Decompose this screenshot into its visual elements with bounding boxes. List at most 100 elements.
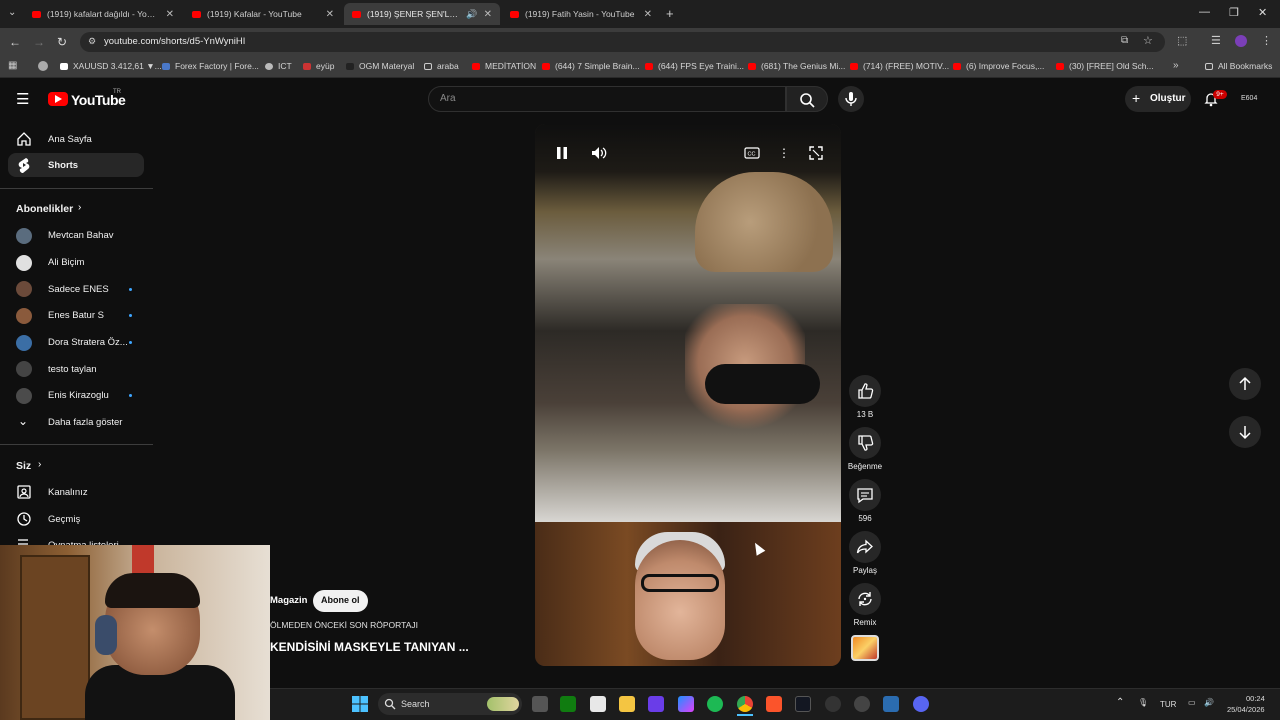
subscriptions-header[interactable]: Abonelikler (16, 203, 73, 215)
clock-date[interactable]: 25/04/2026 (1227, 705, 1265, 714)
close-window-icon[interactable]: ✕ (1258, 6, 1267, 19)
bookmark-item[interactable]: (714) (FREE) MOTIV... (850, 61, 949, 71)
restore-icon[interactable]: ❐ (1229, 6, 1239, 19)
tradingview-icon[interactable] (795, 696, 811, 712)
brave-icon[interactable] (766, 696, 782, 712)
bookmark-item[interactable]: OGM Materyal (346, 61, 414, 71)
search-button[interactable] (786, 86, 828, 112)
apps-grid-icon[interactable]: ▦ (8, 60, 17, 71)
forward-icon[interactable]: → (33, 35, 45, 49)
next-short-button[interactable] (1229, 416, 1261, 448)
app-icon[interactable] (854, 696, 870, 712)
subscription-item[interactable]: Enis Kirazoglu (48, 390, 109, 401)
you-header[interactable]: Siz (16, 460, 31, 472)
chatgpt-icon[interactable] (825, 696, 841, 712)
show-more-button[interactable]: Daha fazla göster (48, 417, 122, 428)
profile-avatar[interactable] (1235, 35, 1247, 47)
subscription-item[interactable]: Sadece ENES (48, 284, 109, 295)
back-icon[interactable]: ← (9, 35, 21, 49)
close-tab-icon[interactable]: ✕ (484, 9, 492, 20)
keyboard-language[interactable]: TUR (1160, 700, 1176, 709)
volume-tray-icon[interactable]: 🔊 (1204, 698, 1214, 707)
sound-thumbnail[interactable] (851, 635, 879, 661)
xbox-icon[interactable] (560, 696, 576, 712)
dislike-button[interactable] (849, 427, 881, 459)
remix-button[interactable] (849, 583, 881, 615)
subscription-item[interactable]: Enes Batur S (48, 310, 104, 321)
search-input[interactable] (428, 86, 786, 112)
bookmark-item[interactable]: (681) The Genius Mi... (748, 61, 845, 71)
browser-tab-3-active[interactable]: (1919) ŞENER ŞEN'LE KENDİSİNİ MASKEYLE T… (344, 3, 500, 25)
chevron-right-icon[interactable]: › (78, 202, 81, 213)
bookmark-item[interactable]: MEDİTATİON (472, 61, 536, 71)
previous-short-button[interactable] (1229, 368, 1261, 400)
clock-time[interactable]: 00:24 (1246, 694, 1265, 703)
sidebar-item-history[interactable]: Geçmiş (48, 514, 80, 525)
bookmark-item[interactable]: (30) [FREE] Old Sch... (1056, 61, 1154, 71)
captions-button[interactable]: CC (741, 142, 763, 164)
copilot-icon[interactable] (678, 696, 694, 712)
volume-button[interactable] (588, 142, 610, 164)
close-tab-icon[interactable]: ✕ (326, 9, 334, 20)
bookmark-folder[interactable]: araba (424, 61, 459, 71)
bookmark-globe-icon[interactable] (38, 61, 48, 71)
channel-name[interactable]: Magazin (270, 595, 307, 606)
browser-tab-4[interactable]: (1919) Fatih Yasin - YouTube ✕ (502, 3, 660, 25)
tradingview-icon (60, 62, 68, 70)
like-button[interactable] (849, 375, 881, 407)
close-tab-icon[interactable]: ✕ (166, 9, 174, 20)
bookmark-item[interactable]: XAUUSD 3.412,61 ▼... (60, 61, 162, 71)
bookmark-item[interactable]: (6) Improve Focus,... (953, 61, 1044, 71)
short-video-player[interactable]: CC ⋮ (535, 124, 841, 666)
spotify-icon[interactable] (707, 696, 723, 712)
subscription-item[interactable]: testo taylan (48, 364, 97, 375)
windows-start-icon[interactable] (352, 696, 368, 712)
bookmark-item[interactable]: Forex Factory | Fore... (162, 61, 259, 71)
tab-search-icon[interactable]: ⌄ (8, 7, 16, 18)
audio-playing-icon[interactable]: 🔊 (466, 9, 477, 20)
app-icon[interactable] (648, 696, 664, 712)
minimize-icon[interactable]: — (1199, 6, 1210, 18)
more-options-icon[interactable]: ⋮ (773, 142, 795, 164)
network-icon[interactable]: ▭ (1188, 698, 1196, 707)
video-title[interactable]: KENDİSİNİ MASKEYLE TANIYAN ... (270, 640, 469, 654)
pause-button[interactable] (551, 142, 573, 164)
new-tab-icon[interactable]: + (666, 6, 674, 21)
app-icon[interactable] (883, 696, 899, 712)
extensions-icon[interactable]: ⬚ (1177, 34, 1187, 47)
subscription-item[interactable]: Dora Stratera Öz... (48, 337, 128, 348)
reading-list-icon[interactable]: ☰ (1211, 34, 1221, 47)
bookmark-star-icon[interactable]: ☆ (1143, 34, 1153, 47)
subscription-item[interactable]: Ali Biçim (48, 257, 84, 268)
url-text[interactable]: youtube.com/shorts/d5-YnWyniHI (104, 36, 245, 47)
sidebar-item-your-channel[interactable]: Kanalınız (48, 487, 88, 498)
calculator-icon[interactable] (590, 696, 606, 712)
hamburger-menu-icon[interactable]: ☰ (16, 90, 29, 108)
browser-menu-icon[interactable]: ⋮ (1261, 34, 1272, 47)
bookmark-item[interactable]: (644) FPS Eye Traini... (645, 61, 744, 71)
voice-search-button[interactable] (838, 86, 864, 112)
bookmark-item[interactable]: (644) 7 Simple Brain... (542, 61, 640, 71)
discord-icon[interactable] (913, 696, 929, 712)
task-view-icon[interactable] (532, 696, 548, 712)
reload-icon[interactable]: ↻ (57, 35, 67, 49)
microphone-tray-icon[interactable]: 🎙 (1138, 698, 1148, 707)
close-tab-icon[interactable]: ✕ (644, 9, 652, 20)
comments-button[interactable] (849, 479, 881, 511)
chrome-icon[interactable] (737, 696, 753, 712)
browser-tab-1[interactable]: (1919) kafalart dağıldı - YouTube ✕ (24, 3, 182, 25)
bookmarks-overflow-icon[interactable]: » (1173, 60, 1179, 71)
all-bookmarks-folder[interactable]: All Bookmarks (1205, 61, 1272, 71)
site-info-icon[interactable]: ⚙ (88, 36, 96, 47)
bookmark-item[interactable]: eyüp (303, 61, 334, 71)
cast-icon[interactable]: ⧉ (1121, 35, 1128, 46)
account-avatar[interactable]: E604 (1241, 95, 1257, 102)
file-explorer-icon[interactable] (619, 696, 635, 712)
subscription-item[interactable]: Mevtcan Bahav (48, 230, 113, 241)
bookmark-item[interactable]: ICT (265, 61, 292, 71)
share-button[interactable] (849, 531, 881, 563)
chevron-right-icon[interactable]: › (38, 459, 41, 470)
fullscreen-button[interactable] (805, 142, 827, 164)
tray-overflow-icon[interactable]: ⌃ (1116, 697, 1124, 708)
browser-tab-2[interactable]: (1919) Kafalar - YouTube ✕ (184, 3, 342, 25)
